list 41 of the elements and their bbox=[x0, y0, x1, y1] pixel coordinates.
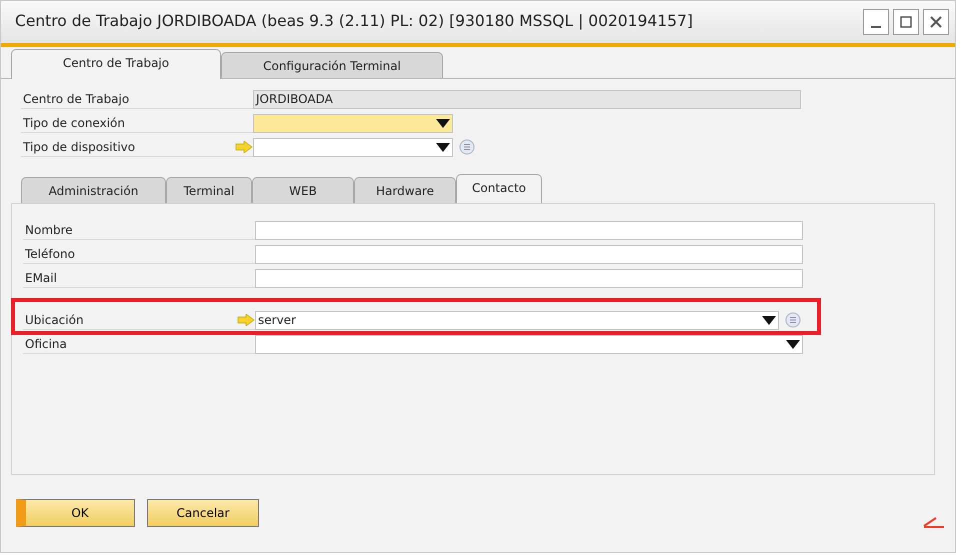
caret-icon bbox=[786, 340, 800, 348]
field-label: EMail bbox=[25, 270, 57, 286]
tab[interactable]: Configuración Terminal bbox=[221, 52, 443, 78]
text-field[interactable] bbox=[255, 268, 803, 288]
list-icon[interactable] bbox=[785, 312, 801, 328]
dropdown-field[interactable] bbox=[253, 114, 453, 132]
close-button[interactable] bbox=[923, 9, 949, 35]
dialog-button[interactable]: OK bbox=[16, 499, 135, 527]
arrow-icon[interactable] bbox=[237, 314, 255, 326]
text-field[interactable] bbox=[255, 244, 803, 264]
maximize-icon bbox=[899, 15, 913, 29]
field-label: Teléfono bbox=[25, 246, 75, 262]
minimize-icon bbox=[871, 26, 881, 28]
resize-grip-icon[interactable] bbox=[923, 516, 945, 528]
field-label: Nombre bbox=[25, 222, 73, 238]
field-label: Centro de Trabajo bbox=[23, 90, 130, 108]
text-field[interactable]: JORDIBOADA bbox=[253, 90, 801, 108]
tab[interactable]: Contacto bbox=[456, 174, 542, 204]
maximize-button[interactable] bbox=[893, 9, 919, 35]
window-title: Centro de Trabajo JORDIBOADA (beas 9.3 (2.11) PL: 02) [930180 MSSQL | 0020194157] bbox=[15, 11, 694, 32]
dropdown-field[interactable]: server bbox=[255, 310, 779, 330]
field-label: Ubicación bbox=[25, 312, 84, 328]
dialog-button[interactable]: Cancelar bbox=[147, 499, 259, 527]
tab[interactable]: Terminal bbox=[166, 177, 252, 203]
tab[interactable]: Hardware bbox=[354, 177, 456, 203]
tab[interactable]: WEB bbox=[252, 177, 354, 203]
field-label: Tipo de dispositivo bbox=[23, 138, 136, 156]
tab[interactable]: Administración bbox=[21, 177, 166, 203]
caret-icon bbox=[762, 316, 776, 324]
list-icon[interactable] bbox=[459, 139, 475, 155]
dropdown-field[interactable] bbox=[253, 138, 453, 156]
field-label: Tipo de conexión bbox=[23, 114, 125, 132]
close-icon bbox=[929, 15, 943, 29]
arrow-icon[interactable] bbox=[235, 140, 253, 152]
minimize-button[interactable] bbox=[863, 9, 889, 35]
caret-icon bbox=[436, 142, 450, 152]
dropdown-field[interactable] bbox=[255, 334, 803, 354]
tab[interactable]: Centro de Trabajo bbox=[11, 49, 221, 79]
caret-icon bbox=[436, 118, 450, 128]
field-label: Oficina bbox=[25, 336, 67, 352]
text-field[interactable] bbox=[255, 220, 803, 240]
